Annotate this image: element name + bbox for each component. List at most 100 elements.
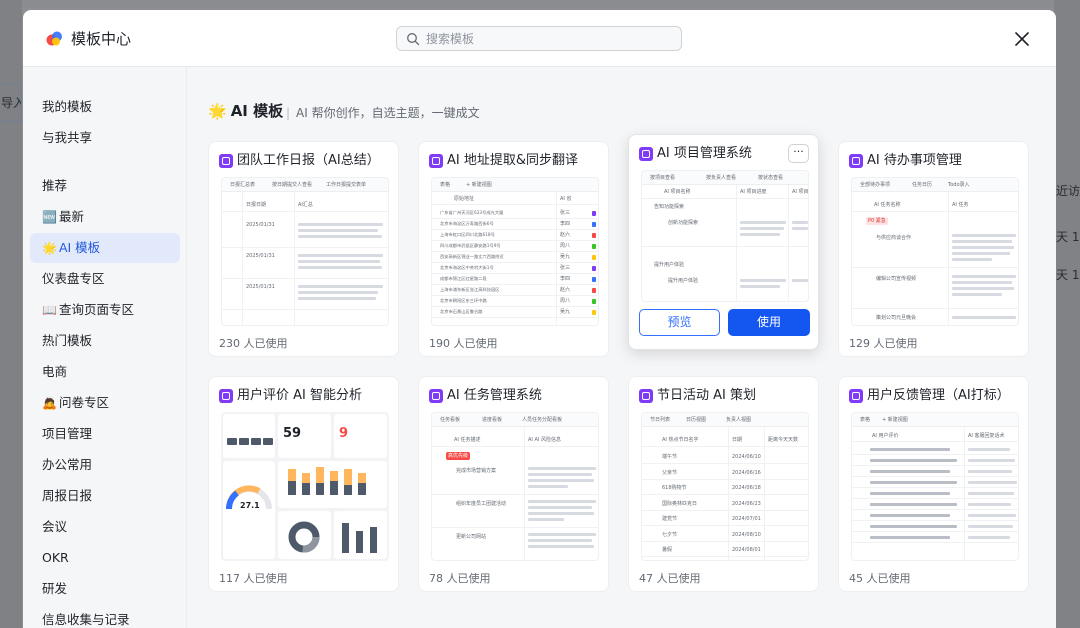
preview-tabs: 全部待办事项 任务日历 Todo录入 — [852, 178, 1018, 192]
sidebar-item[interactable]: 电商 — [30, 357, 180, 387]
sidebar-item[interactable]: 与我共享 — [30, 123, 180, 153]
preview-group-row: 告知功能探索 — [642, 203, 808, 213]
preview-festival-name: 建党节 — [662, 516, 678, 522]
sidebar-item[interactable]: 会议 — [30, 512, 180, 542]
card-title: AI 项目管理系统 — [639, 145, 752, 163]
sidebar-item[interactable]: 办公常用 — [30, 450, 180, 480]
preview-column-header: AI AI 风险信息 — [528, 437, 561, 443]
ai-template-icon — [219, 154, 233, 168]
preview-row: 618购物节 2024/06/18 — [642, 480, 808, 495]
preview-tabs: 任务看板 进度看板 人员任务分配看板 — [432, 413, 598, 427]
dashboard-widget — [223, 414, 275, 458]
preview-button[interactable]: 预览 — [639, 309, 720, 336]
preview-row: 国际奥林匹克日 2024/06/23 — [642, 496, 808, 511]
preview-address: 北京市石景山区鲁谷路 — [440, 309, 483, 315]
preview-date: 2025/01/31 — [246, 284, 275, 290]
preview-row — [852, 521, 1018, 532]
preview-column-header: AI 省 — [560, 196, 572, 202]
background-import-button: 导入 E — [0, 84, 22, 122]
card-title: AI 待办事项管理 — [849, 152, 962, 170]
template-search-box[interactable] — [396, 26, 682, 51]
sidebar-item-label: 热门模板 — [42, 333, 93, 348]
preview-row: 四川成都市武侯区静安路1号9号 周八 — [432, 241, 598, 252]
preview-festival-date: 2024/06/23 — [732, 500, 761, 507]
preview-name: 赵六 — [560, 232, 571, 238]
card-title: 用户评价 AI 智能分析 — [219, 387, 362, 405]
use-template-button[interactable]: 使用 — [728, 309, 810, 336]
usage-count: 129 人已使用 — [849, 337, 918, 350]
sidebar-item[interactable]: OKR — [30, 543, 180, 573]
modal-header: 模板中心 — [23, 10, 1056, 67]
card-title-text: 节日活动 AI 策划 — [657, 388, 756, 403]
preview-tab: 节日列表 — [650, 417, 671, 423]
preview-item: 创新功能探索 — [668, 220, 699, 226]
preview-address: 北京市海淀区中关村大街1号 — [440, 265, 494, 271]
section-subtitle: | AI 帮你创作，自选主题，一键成文 — [286, 104, 480, 121]
preview-festival-date: 2024/08/01 — [732, 547, 761, 553]
sidebar-item-label: 查询页面专区 — [58, 302, 134, 317]
preview-tab: 按状态查看 — [758, 175, 784, 181]
preview-row — [852, 455, 1018, 466]
template-card[interactable]: AI 地址提取&同步翻译 表格 + 新建视图 原始地址 AI 省广东省广州天河区623… — [418, 141, 609, 357]
preview-item: 更新公司网站 — [456, 534, 487, 540]
template-card[interactable]: AI 任务管理系统 任务看板 进度看板 人员任务分配看板 AI 任务描述 AI … — [418, 376, 609, 592]
preview-column-header: AI 任务描述 — [454, 437, 481, 443]
preview-column-header: AI 用户评价 — [872, 433, 899, 439]
preview-tab: 工作日报提交表单 — [326, 182, 367, 188]
template-card[interactable]: 节日活动 AI 策划 节日列表 日历视图 负责人视图 AI 热点节日名字 日期 距离今天天… — [628, 376, 819, 592]
ai-template-icon — [639, 147, 653, 161]
preview-tabs: 按项目查看 按负责人查看 按状态查看 — [642, 171, 808, 185]
preview-name: 张三 — [560, 265, 571, 271]
background-time-label: 天 16: — [1056, 268, 1080, 282]
sidebar-item[interactable]: 推荐 — [30, 171, 180, 201]
preview-row: 建党节 2024/07/01 — [642, 511, 808, 526]
template-card[interactable]: 用户反馈管理（AI打标） 表格 + 新建视图 AI 用户评价 AI 客服回复话术… — [838, 376, 1029, 592]
preview-festival-name: 父亲节 — [662, 469, 678, 476]
preview-column-header: 原始地址 — [454, 196, 475, 202]
priority-tag: 高优先级 — [446, 452, 471, 460]
dashboard-widget: 59 — [278, 414, 331, 458]
close-icon[interactable] — [1012, 29, 1032, 49]
sidebar-item[interactable]: 🌟 AI 模板 — [30, 233, 180, 263]
preview-festival-date: 2024/08/10 — [732, 531, 761, 538]
card-title-text: 用户反馈管理（AI打标） — [867, 388, 1010, 403]
sidebar-item[interactable]: 周报日报 — [30, 481, 180, 511]
preview-name: 赵六 — [560, 287, 571, 293]
gauge-widget: 27.1 — [223, 461, 275, 559]
preview-row — [852, 477, 1018, 488]
preview-row: 更新公司网站 — [432, 529, 598, 560]
preview-group-row: 提升用户体验 — [642, 261, 808, 271]
sidebar-item[interactable]: 🆕 最新 — [30, 202, 180, 232]
template-card[interactable]: AI 待办事项管理 全部待办事项 任务日历 Todo录入 AI 任务名称 AI … — [838, 141, 1029, 357]
card-title-text: AI 任务管理系统 — [447, 388, 542, 403]
sidebar-item[interactable]: 项目管理 — [30, 419, 180, 449]
gauge-value: 27.1 — [240, 501, 260, 510]
search-input[interactable] — [426, 27, 666, 50]
preview-row: 北京市石景山区鲁谷路 吴九 — [432, 307, 598, 318]
sidebar-item-label: 会议 — [42, 519, 68, 534]
preview-column-header: AI 项目名称 — [664, 189, 691, 195]
preview-column-header: 日期 — [732, 437, 743, 443]
sidebar-item[interactable]: 🙇 问卷专区 — [30, 388, 180, 418]
sidebar-item[interactable]: 仪表盘专区 — [30, 264, 180, 294]
template-center-modal: 模板中心 我的模板与我共享推荐🆕最新🌟AI 模板仪表盘专区📖查询页面专区热门模板… — [23, 10, 1056, 628]
preview-tab: 表格 — [860, 417, 871, 423]
preview-row: 西安高新区锦业一路丈六西路附近 吴九 — [432, 252, 598, 263]
template-card[interactable]: 团队工作日报（AI总结） 日报汇总表 按日期提交人查看 工作日报提交表单 日报日… — [208, 141, 399, 357]
preview-tab: 按项目查看 — [650, 175, 676, 181]
template-preview-thumbnail: 按项目查看 按负责人查看 按状态查看 AI 项目名称 AI 项目进度 AI 项目… — [641, 170, 809, 302]
preview-header-row: 日报日期 AI汇总 — [222, 200, 388, 212]
preview-festival-date: 2024/06/10 — [732, 454, 761, 460]
template-card[interactable]: 用户评价 AI 智能分析 59 9 27.1 117 人已使用 — [208, 376, 399, 592]
sidebar-item[interactable]: 信息收集与记录 — [30, 605, 180, 628]
sidebar-item[interactable]: 📖 查询页面专区 — [30, 295, 180, 325]
sidebar-item[interactable]: 研发 — [30, 574, 180, 604]
sidebar-item[interactable]: 我的模板 — [30, 92, 180, 122]
bar-chart — [342, 523, 377, 553]
more-options-button[interactable]: ··· — [788, 144, 809, 163]
preview-column-header: AI 客服回复话术 — [968, 433, 1005, 439]
preview-row: 创新功能探索 — [642, 215, 808, 247]
preview-name: 周八 — [560, 243, 571, 249]
template-card-hovered[interactable]: AI 项目管理系统 ··· 按项目查看 按负责人查看 按状态查看 AI 项目名称… — [628, 134, 819, 350]
sidebar-item[interactable]: 热门模板 — [30, 326, 180, 356]
